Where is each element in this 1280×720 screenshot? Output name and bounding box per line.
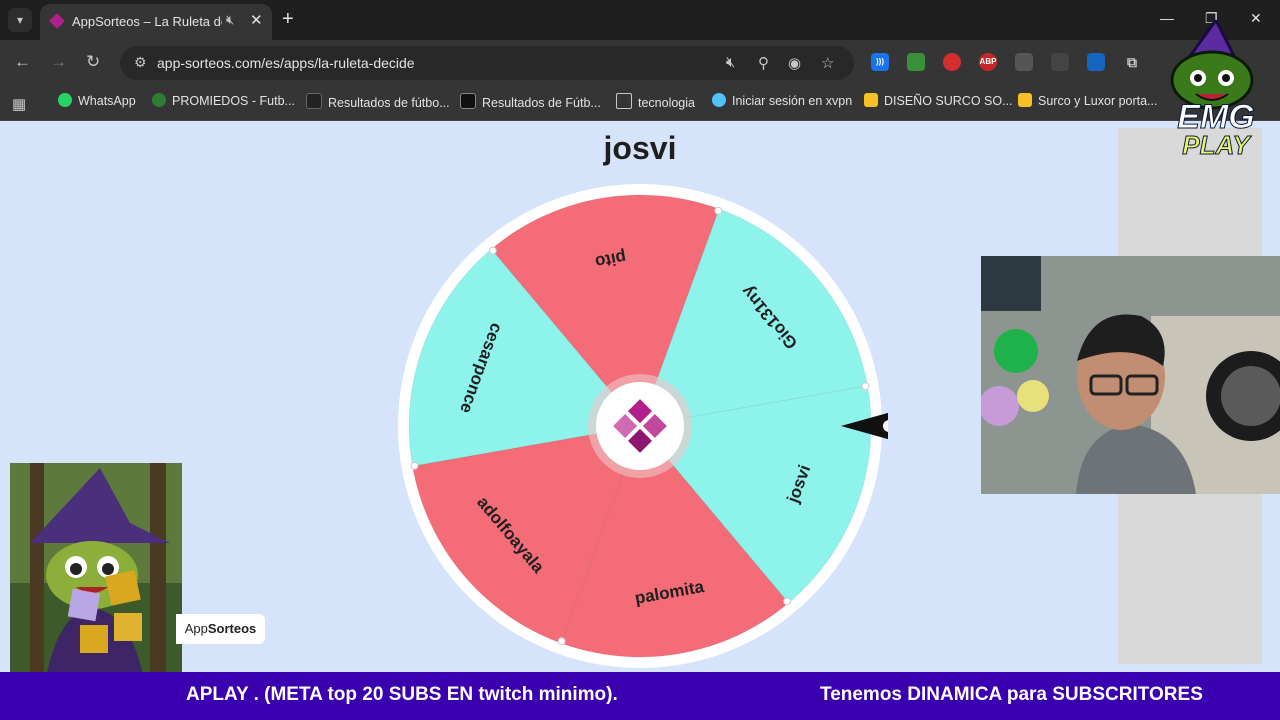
extension-flag-icon[interactable] [907,53,925,71]
extensions-puzzle-icon[interactable]: ⧉ [1123,53,1141,71]
extension-hand-icon[interactable] [943,53,961,71]
bookmark-xvpn[interactable]: Iniciar sesión en xvpn [712,93,852,108]
slides-icon [1018,93,1032,107]
url-text[interactable]: app-sorteos.com/es/apps/la-ruleta-decide [157,55,415,71]
xvpn-icon [712,93,726,107]
wheel-peg [557,637,566,646]
bookmarks-bar: ▦ WhatsApp PROMIEDOS - Futb... Resultado… [0,86,1280,121]
bookmark-label: PROMIEDOS - Futb... [172,94,295,108]
bookmark-label: WhatsApp [78,94,136,108]
back-icon[interactable]: ← [14,52,31,72]
apps-grid-icon[interactable]: ▦ [12,95,26,113]
webcam-feed [981,256,1280,494]
browser-tab[interactable]: AppSorteos – La Ruleta de l 🔇︎ ✕ [40,4,272,40]
reload-icon[interactable]: ↻ [86,52,100,72]
appsorteos-brand[interactable]: AppSorteos [176,614,265,644]
wheel-peg [783,597,792,606]
close-tab-icon[interactable]: ✕ [250,11,263,29]
bookmark-promiedos[interactable]: PROMIEDOS - Futb... [152,93,295,108]
folder-icon [616,93,632,109]
hidden-eye-icon[interactable]: ◉ [788,54,801,72]
bookmark-surco-luxor[interactable]: Surco y Luxor porta... [1018,93,1158,108]
bookmark-label: Iniciar sesión en xvpn [732,94,853,108]
emg-play-logo: EMG PLAY [1160,20,1272,164]
ticker-message-left: APLAY . (META top 20 SUBS EN twitch mini… [186,684,618,705]
bookmark-diseno-surco[interactable]: DISEÑO SURCO SO... [864,93,1013,108]
site-info-icon[interactable]: ⚙ [134,54,147,71]
appsorteos-favicon-icon [49,13,65,29]
brand-sorteos-text: Sorteos [207,621,257,636]
slides-icon [864,93,878,107]
bookmark-resultados-2[interactable]: Resultados de Fútb... [460,93,601,110]
bookmark-whatsapp[interactable]: WhatsApp [58,93,136,108]
tab-title: AppSorteos – La Ruleta de l [72,14,222,29]
zoom-icon[interactable]: ⚲ [758,54,769,72]
prize-wheel[interactable]: Gio131nyjosvipalomitaadolfoayalacesarpon… [398,184,888,670]
spin-button[interactable] [596,382,684,470]
extension-wifi-icon[interactable]: ))) [871,53,889,71]
tab-bar: ▾ AppSorteos – La Ruleta de l 🔇︎ ✕ + — ❐… [0,0,1280,40]
brand-app-text: App [184,621,208,636]
bookmark-star-icon[interactable]: ☆ [821,54,834,72]
bookmark-resultados-1[interactable]: Resultados de fútbo... [306,93,450,110]
mute-icon[interactable]: 🔇︎ [226,12,234,28]
wheel-peg [488,246,497,255]
adblock-icon[interactable]: ABP [979,53,997,71]
wheel-peg [861,382,870,391]
whatsapp-icon [58,93,72,107]
address-bar[interactable]: ⚙ app-sorteos.com/es/apps/la-ruleta-deci… [120,46,854,80]
new-tab-icon[interactable]: + [282,8,294,30]
browser-toolbar: ← → ↻ ⚙ app-sorteos.com/es/apps/la-rulet… [0,40,1280,86]
audio-muted-icon[interactable]: 🔇︎ [726,54,735,71]
wheel-peg [410,461,419,470]
bookmark-label: DISEÑO SURCO SO... [884,94,1013,108]
results-site-icon [306,93,322,109]
extension-monitor-icon[interactable] [1087,53,1105,71]
extension-pip-icon[interactable] [1051,53,1069,71]
bookmark-label: tecnologia [638,96,695,110]
tab-search-icon[interactable]: ▾ [8,8,32,32]
scrolling-ticker: APLAY . (META top 20 SUBS EN twitch mini… [0,672,1280,720]
ticker-message-right: Tenemos DINAMICA para SUBSCRITORES [820,684,1203,705]
bookmark-folder-tecnologia[interactable]: tecnologia [616,93,695,110]
soccer-ball-icon [152,93,166,107]
results-site-icon [460,93,476,109]
wheel-peg [714,206,723,215]
bookmark-label: Resultados de Fútb... [482,96,601,110]
extension-feather-icon[interactable] [1015,53,1033,71]
logo-play-text: PLAY [1182,130,1250,161]
bookmark-label: Resultados de fútbo... [328,96,450,110]
winner-title: josvi [603,130,677,166]
bookmark-label: Surco y Luxor porta... [1038,94,1158,108]
forward-icon[interactable]: → [50,52,67,72]
